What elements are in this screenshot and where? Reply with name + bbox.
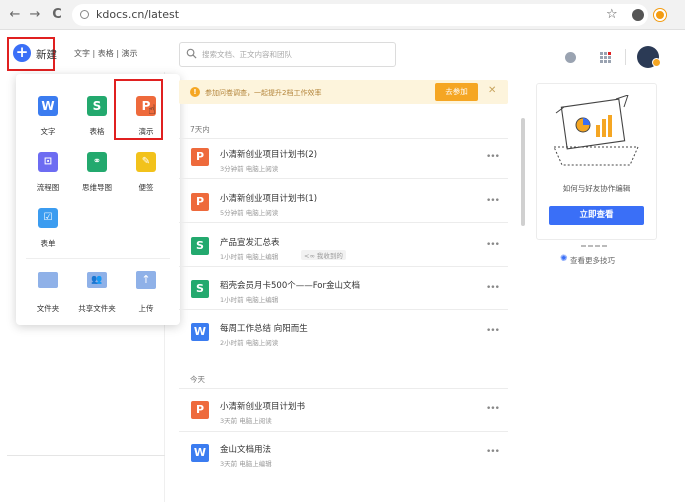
more-tips-link[interactable]: 查看更多技巧 (570, 255, 615, 266)
presentation-highlight-box (114, 79, 163, 140)
row-divider (179, 431, 508, 432)
folder-icon[interactable] (38, 272, 58, 288)
document-file-icon: W (191, 323, 209, 341)
dropdown-item-mindmap[interactable]: 思维导图 (72, 182, 122, 193)
file-name[interactable]: 稻壳会员月卡500个——For金山文档 (220, 279, 360, 291)
dropdown-item-form[interactable]: 表单 (23, 238, 73, 249)
app-root: ← → C kdocs.cn/latest ☆ + 新建 文字 | 表格 | 演… (0, 0, 685, 502)
avatar-badge-icon (652, 58, 661, 67)
file-name[interactable]: 小清新创业项目计划书(1) (220, 192, 317, 204)
file-name[interactable]: 小清新创业项目计划书(2) (220, 148, 317, 160)
presentation-file-icon: P (191, 148, 209, 166)
presentation-file-icon: P (191, 401, 209, 419)
file-meta: 1小时前 电脑上编辑 (220, 296, 279, 304)
form-type-icon[interactable]: ☑ (38, 208, 58, 228)
section-divider (179, 138, 508, 139)
more-options-icon[interactable]: ••• (486, 404, 500, 414)
more-options-icon[interactable]: ••• (486, 326, 500, 336)
apps-grid-icon[interactable] (600, 52, 611, 63)
url-text: kdocs.cn/latest (96, 8, 180, 21)
mindmap-type-icon[interactable]: ⚭ (87, 152, 107, 172)
doc-type-icon[interactable]: W (38, 96, 58, 116)
dropdown-item-text[interactable]: 文字 (23, 126, 73, 137)
banner-text: 参加问卷调查，一起提升2档工作效率 (205, 89, 322, 97)
scrollbar[interactable] (521, 118, 525, 226)
row-divider (179, 266, 508, 267)
section-divider (179, 388, 508, 389)
shared-folder-icon[interactable]: 👥 (87, 272, 107, 288)
plus-icon: + (13, 44, 31, 62)
spreadsheet-file-icon: S (191, 280, 209, 298)
dropdown-item-upload[interactable]: 上传 (121, 303, 171, 314)
file-meta: 1小时前 电脑上编辑 (220, 253, 279, 261)
search-icon (186, 48, 197, 59)
more-options-icon[interactable]: ••• (486, 196, 500, 206)
more-options-icon[interactable]: ••• (486, 152, 500, 162)
collaboration-illustration (553, 95, 639, 166)
more-options-icon[interactable]: ••• (486, 240, 500, 250)
quick-create-links[interactable]: 文字 | 表格 | 演示 (74, 48, 138, 59)
shared-with-me-tag: <∞ 我收到的 (301, 250, 346, 260)
section-title-week: 7天内 (190, 125, 210, 134)
file-name[interactable]: 产品宣发汇总表 (220, 236, 280, 248)
section-title-today: 今天 (190, 375, 205, 384)
close-icon[interactable]: ✕ (488, 85, 496, 96)
header-divider (625, 49, 626, 65)
row-divider (179, 309, 508, 310)
profile-icon[interactable] (632, 9, 644, 21)
more-options-icon[interactable]: ••• (486, 447, 500, 457)
document-file-icon: W (191, 444, 209, 462)
upload-icon[interactable]: ↑ (136, 271, 156, 289)
extension-icon[interactable] (654, 9, 666, 21)
file-meta: 2小时前 电脑上阅读 (220, 339, 279, 347)
carousel-dots[interactable] (581, 232, 611, 247)
dropdown-item-flowchart[interactable]: 流程图 (23, 182, 73, 193)
dropdown-item-shared-folder[interactable]: 共享文件夹 (72, 303, 122, 314)
reload-icon[interactable]: C (48, 6, 66, 24)
join-survey-button[interactable]: 去参加 (435, 83, 478, 101)
dropdown-item-folder[interactable]: 文件夹 (23, 303, 73, 314)
site-info-icon[interactable] (80, 10, 89, 19)
file-name[interactable]: 金山文档用法 (220, 443, 271, 455)
file-meta: 3天前 电脑上阅读 (220, 417, 272, 425)
row-divider (179, 222, 508, 223)
presentation-file-icon: P (191, 193, 209, 211)
info-icon: ! (190, 87, 200, 97)
more-options-icon[interactable]: ••• (486, 283, 500, 293)
lightbulb-icon: ✺ (560, 254, 568, 264)
new-button-label: 新建 (36, 49, 57, 61)
message-icon[interactable] (565, 52, 576, 63)
back-icon[interactable]: ← (6, 6, 24, 24)
search-placeholder: 搜索文档、正文内容和团队 (202, 50, 292, 59)
file-meta: 3天前 电脑上编辑 (220, 460, 272, 468)
row-divider (179, 178, 508, 179)
sidebar-bottom-line (7, 455, 165, 456)
flowchart-type-icon[interactable]: ⊡ (38, 152, 58, 172)
view-now-button[interactable]: 立即查看 (549, 206, 644, 225)
sheet-type-icon[interactable]: S (87, 96, 107, 116)
tips-card-text: 如何与好友协作编辑 (562, 184, 631, 193)
bookmark-star-icon[interactable]: ☆ (606, 7, 618, 22)
dropdown-item-note[interactable]: 便签 (121, 182, 171, 193)
forward-icon[interactable]: → (26, 6, 44, 24)
file-name[interactable]: 每周工作总结 向阳而生 (220, 322, 308, 334)
file-name[interactable]: 小清新创业项目计划书 (220, 400, 305, 412)
file-meta: 5分钟前 电脑上阅读 (220, 209, 279, 217)
note-type-icon[interactable]: ✎ (136, 152, 156, 172)
dropdown-divider (26, 258, 170, 259)
file-meta: 3分钟前 电脑上阅读 (220, 165, 279, 173)
spreadsheet-file-icon: S (191, 237, 209, 255)
